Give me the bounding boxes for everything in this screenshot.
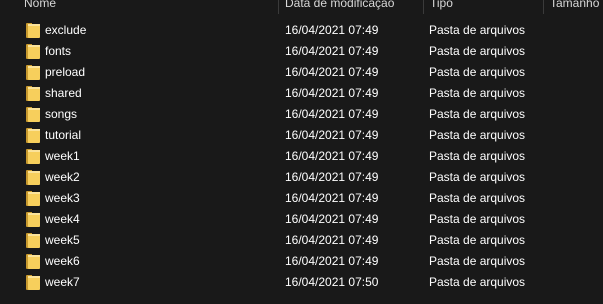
folder-icon (26, 149, 40, 164)
file-name[interactable]: week1 (45, 146, 80, 167)
folder-icon (26, 191, 40, 206)
file-name[interactable]: tutorial (45, 125, 81, 146)
column-header-date[interactable]: Data de modificação (285, 0, 394, 13)
file-date: 16/04/2021 07:49 (285, 212, 379, 226)
file-name[interactable]: week4 (45, 209, 80, 230)
file-row[interactable]: fonts 16/04/2021 07:49 Pasta de arquivos (0, 41, 603, 62)
file-name[interactable]: week3 (45, 188, 80, 209)
folder-icon (26, 65, 40, 80)
column-divider[interactable] (543, 0, 544, 14)
file-name[interactable]: preload (45, 62, 85, 83)
folder-icon (26, 170, 40, 185)
file-date: 16/04/2021 07:49 (285, 23, 379, 37)
file-row[interactable]: preload 16/04/2021 07:49 Pasta de arquiv… (0, 62, 603, 83)
folder-icon (26, 23, 40, 38)
file-type: Pasta de arquivos (429, 233, 526, 247)
file-date: 16/04/2021 07:49 (285, 233, 379, 247)
file-type: Pasta de arquivos (429, 212, 526, 226)
file-type: Pasta de arquivos (429, 149, 526, 163)
column-header-row: Nome Data de modificação Tipo Tamanho (0, 0, 603, 14)
file-row[interactable]: week4 16/04/2021 07:49 Pasta de arquivos (0, 209, 603, 230)
folder-icon (26, 212, 40, 227)
file-type: Pasta de arquivos (429, 23, 526, 37)
file-row[interactable]: week7 16/04/2021 07:50 Pasta de arquivos (0, 272, 603, 293)
file-date: 16/04/2021 07:49 (285, 65, 379, 79)
folder-icon (26, 275, 40, 290)
file-name[interactable]: week7 (45, 272, 80, 293)
file-name[interactable]: songs (45, 104, 77, 125)
column-divider[interactable] (278, 0, 279, 14)
file-name[interactable]: week6 (45, 251, 80, 272)
file-date: 16/04/2021 07:49 (285, 86, 379, 100)
file-type: Pasta de arquivos (429, 44, 526, 58)
file-name[interactable]: exclude (45, 20, 86, 41)
file-type: Pasta de arquivos (429, 254, 526, 268)
folder-icon (26, 254, 40, 269)
file-type: Pasta de arquivos (429, 275, 526, 289)
file-row[interactable]: week5 16/04/2021 07:49 Pasta de arquivos (0, 230, 603, 251)
file-name[interactable]: fonts (45, 41, 71, 62)
column-divider[interactable] (423, 0, 424, 14)
file-date: 16/04/2021 07:49 (285, 170, 379, 184)
file-type: Pasta de arquivos (429, 128, 526, 142)
file-date: 16/04/2021 07:49 (285, 191, 379, 205)
folder-icon (26, 44, 40, 59)
column-header-size[interactable]: Tamanho (550, 0, 599, 13)
file-list: exclude 16/04/2021 07:49 Pasta de arquiv… (0, 20, 603, 293)
file-row[interactable]: songs 16/04/2021 07:49 Pasta de arquivos (0, 104, 603, 125)
file-row[interactable]: week3 16/04/2021 07:49 Pasta de arquivos (0, 188, 603, 209)
file-row[interactable]: exclude 16/04/2021 07:49 Pasta de arquiv… (0, 20, 603, 41)
file-row[interactable]: week1 16/04/2021 07:49 Pasta de arquivos (0, 146, 603, 167)
column-header-type[interactable]: Tipo (430, 0, 453, 13)
file-type: Pasta de arquivos (429, 170, 526, 184)
file-explorer-details-view: Nome Data de modificação Tipo Tamanho ex… (0, 0, 603, 304)
folder-icon (26, 107, 40, 122)
file-date: 16/04/2021 07:49 (285, 107, 379, 121)
file-name[interactable]: week2 (45, 167, 80, 188)
file-row[interactable]: shared 16/04/2021 07:49 Pasta de arquivo… (0, 83, 603, 104)
folder-icon (26, 86, 40, 101)
folder-icon (26, 233, 40, 248)
file-name[interactable]: week5 (45, 230, 80, 251)
file-type: Pasta de arquivos (429, 65, 526, 79)
file-type: Pasta de arquivos (429, 107, 526, 121)
file-type: Pasta de arquivos (429, 86, 526, 100)
file-row[interactable]: week2 16/04/2021 07:49 Pasta de arquivos (0, 167, 603, 188)
folder-icon (26, 128, 40, 143)
file-date: 16/04/2021 07:49 (285, 254, 379, 268)
file-row[interactable]: week6 16/04/2021 07:49 Pasta de arquivos (0, 251, 603, 272)
file-row[interactable]: tutorial 16/04/2021 07:49 Pasta de arqui… (0, 125, 603, 146)
file-date: 16/04/2021 07:49 (285, 149, 379, 163)
column-header-name[interactable]: Nome (24, 0, 56, 13)
file-date: 16/04/2021 07:49 (285, 44, 379, 58)
file-date: 16/04/2021 07:49 (285, 128, 379, 142)
file-name[interactable]: shared (45, 83, 82, 104)
file-date: 16/04/2021 07:50 (285, 275, 379, 289)
file-type: Pasta de arquivos (429, 191, 526, 205)
